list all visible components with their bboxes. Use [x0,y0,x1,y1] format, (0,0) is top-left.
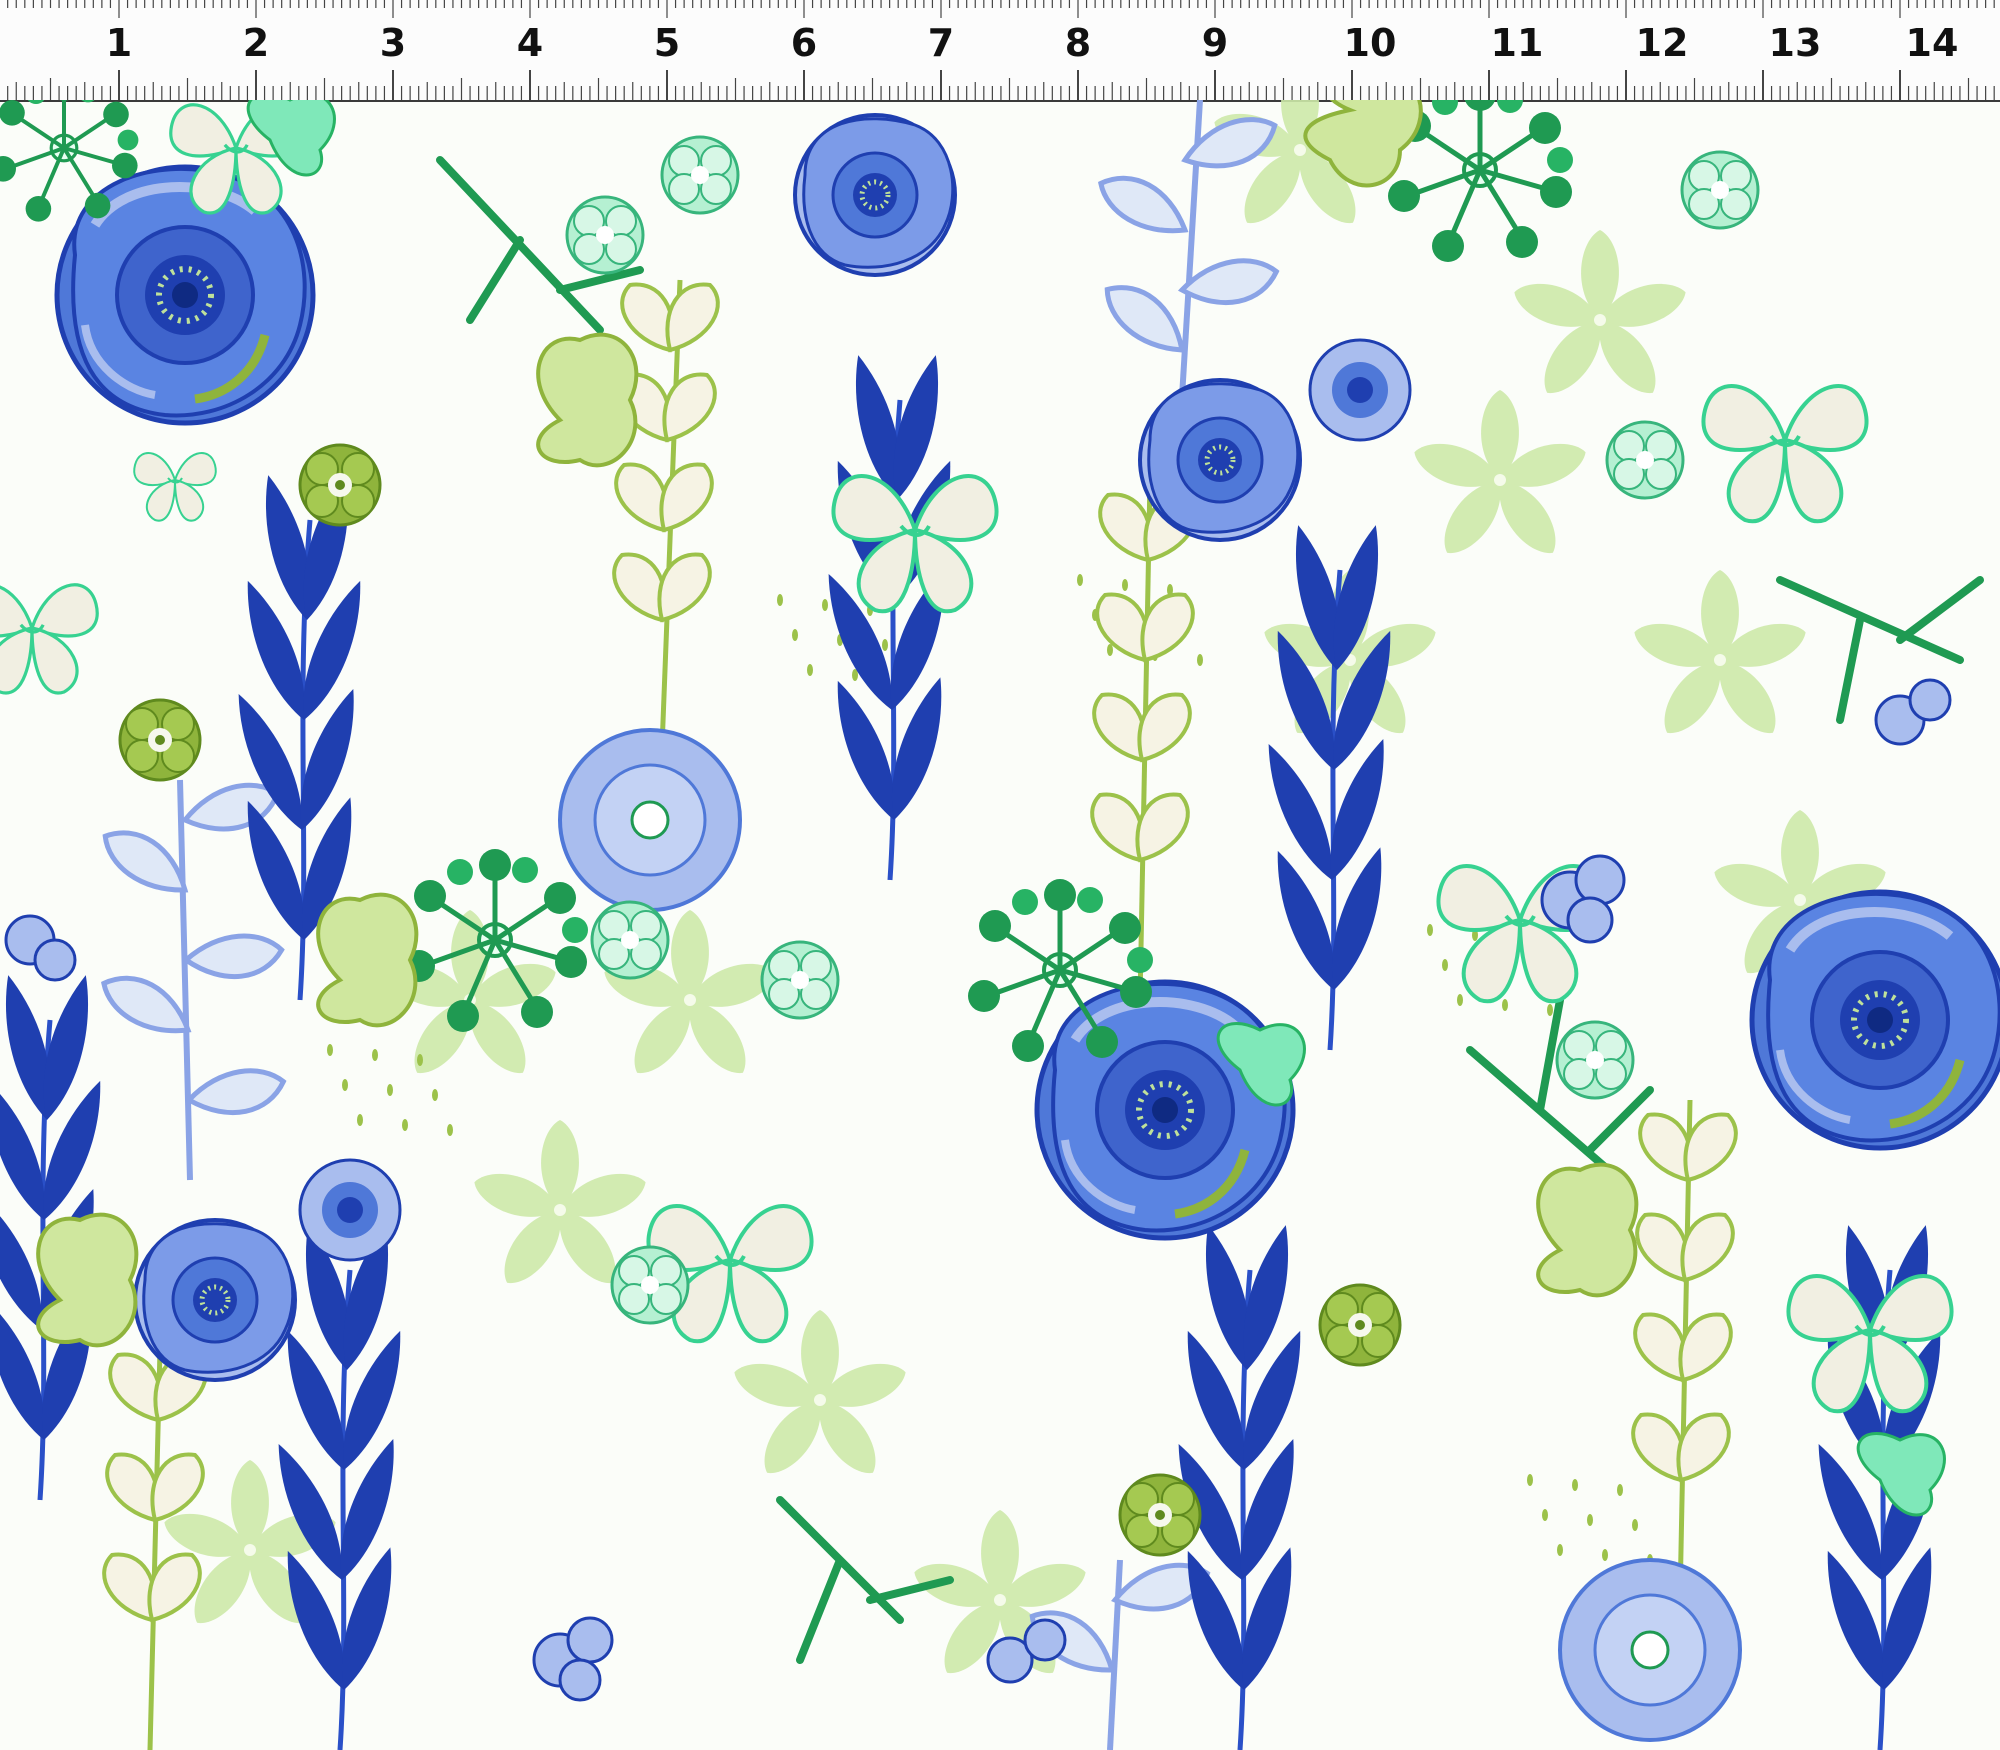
ruler-label-6: 6 [790,21,818,65]
ruler-label-1: 1 [105,21,133,65]
ruler-label-10: 10 [1343,21,1397,65]
ruler-label-2: 2 [242,21,270,65]
ruler-label-5: 5 [653,21,681,65]
fabric-pattern [0,100,2000,1750]
ruler-label-3: 3 [379,21,407,65]
floral-fabric-print [0,100,2000,1750]
ruler-label-4: 4 [516,21,544,65]
ruler-label-7: 7 [927,21,955,65]
ruler-label-11: 11 [1490,21,1544,65]
ruler-label-14: 14 [1905,21,1959,65]
ruler-label-12: 12 [1635,21,1689,65]
ruler-label-9: 9 [1201,21,1229,65]
ruler-ticks [7,0,1995,100]
ruler-label-13: 13 [1768,21,1822,65]
ruler-label-8: 8 [1064,21,1092,65]
measuring-ruler: 1 2 3 4 5 6 7 8 9 10 11 12 13 14 [0,0,2000,102]
